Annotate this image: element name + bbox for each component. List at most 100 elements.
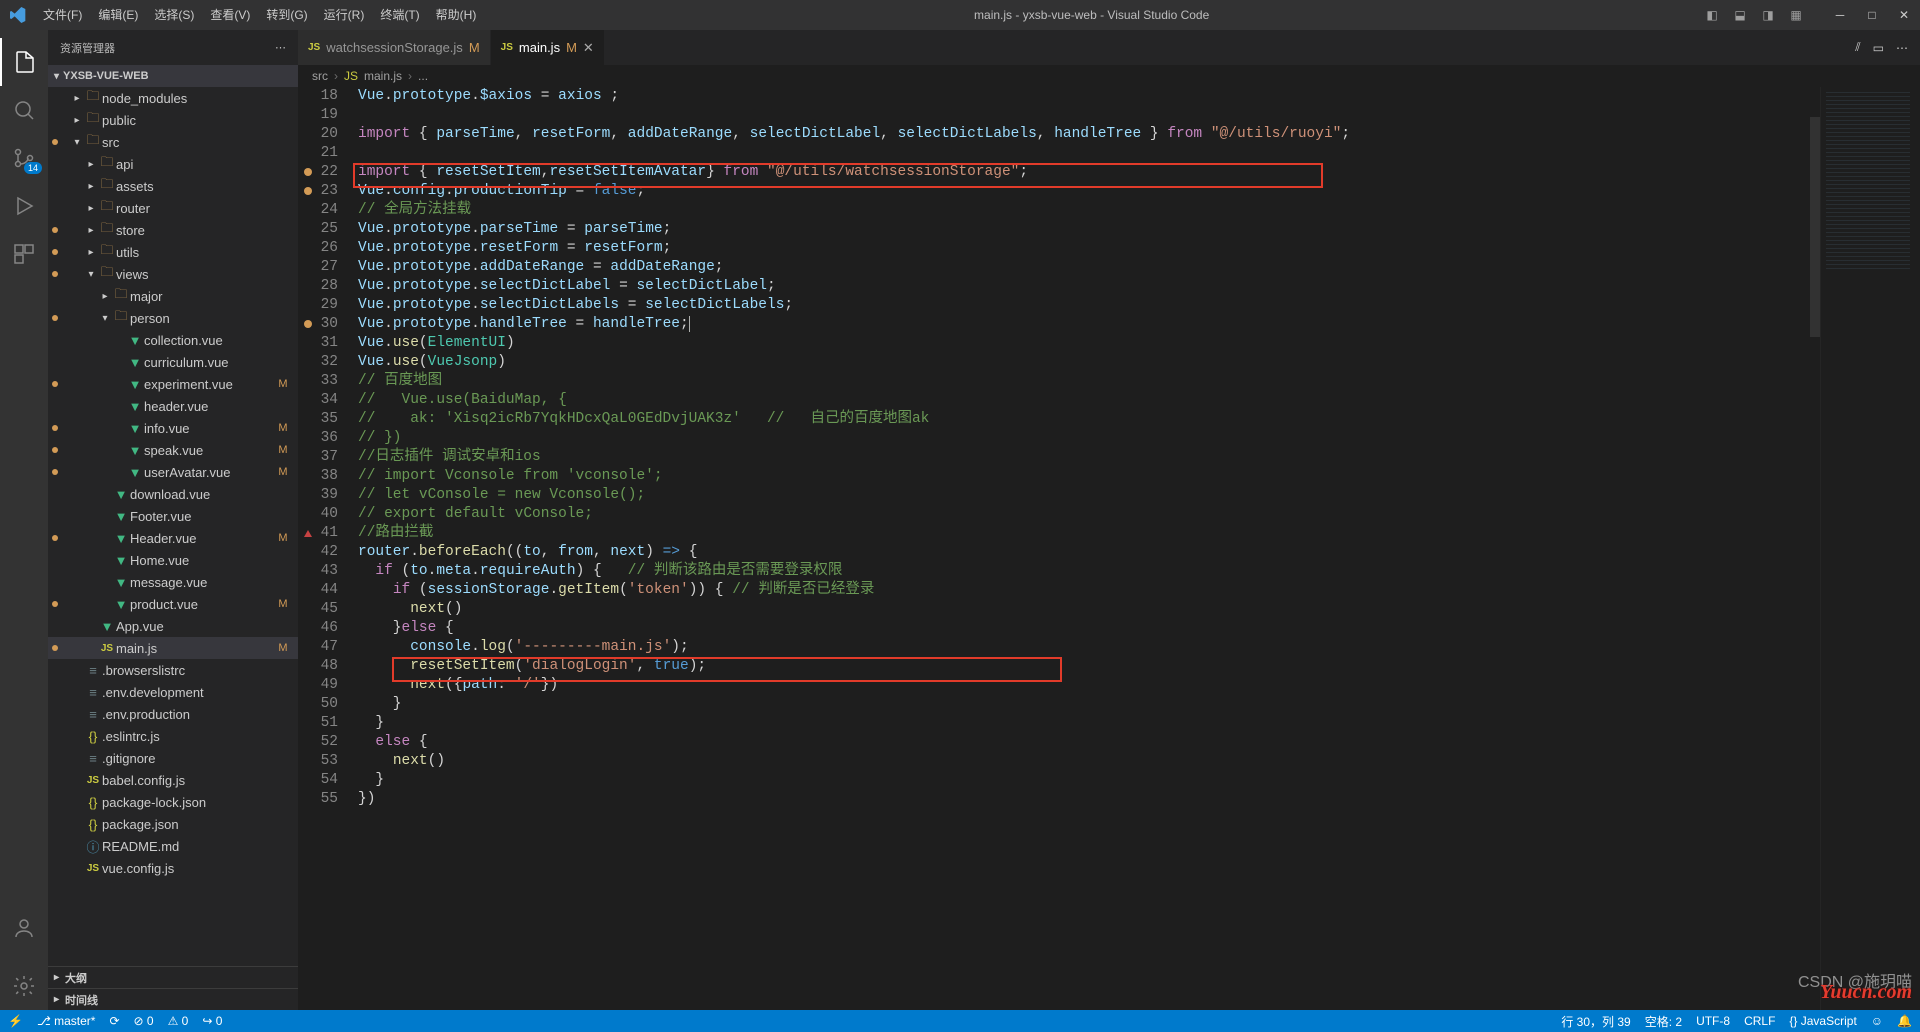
breadcrumb[interactable]: src › JS main.js › ... xyxy=(298,65,1920,87)
file-item[interactable]: ≡.gitignore xyxy=(48,747,298,769)
sidebar-root[interactable]: YXSB-VUE-WEB xyxy=(48,65,298,87)
folder-item[interactable]: ▸🗀major xyxy=(48,285,298,307)
file-item[interactable]: ▼experiment.vueM xyxy=(48,373,298,395)
file-item[interactable]: JSmain.jsM xyxy=(48,637,298,659)
ports-status[interactable]: ↪ 0 xyxy=(202,1014,222,1028)
editor-tab[interactable]: JSwatchsessionStorage.jsM xyxy=(298,30,491,65)
remote-icon[interactable]: ⚡ xyxy=(8,1014,23,1028)
menubar: 文件(F)编辑(E)选择(S)查看(V)转到(G)运行(R)终端(T)帮助(H) xyxy=(35,0,484,30)
outline-panel[interactable]: 大纲 xyxy=(48,966,298,988)
explorer-icon[interactable] xyxy=(0,38,48,86)
folder-item[interactable]: ▸🗀node_modules xyxy=(48,87,298,109)
file-item[interactable]: ≡.env.production xyxy=(48,703,298,725)
file-item[interactable]: ▼curriculum.vue xyxy=(48,351,298,373)
more-icon[interactable]: ⋯ xyxy=(1896,41,1908,55)
breadcrumb-item[interactable]: ... xyxy=(418,69,428,83)
encoding-status[interactable]: UTF-8 xyxy=(1696,1014,1730,1028)
close-icon[interactable]: ✕ xyxy=(583,40,594,56)
editor-tab[interactable]: JSmain.jsM✕ xyxy=(491,30,605,65)
menu-item[interactable]: 查看(V) xyxy=(202,0,258,30)
line-gutter: 1819202122232425262728293031323334353637… xyxy=(298,87,348,809)
breadcrumb-item[interactable]: main.js xyxy=(364,69,402,83)
file-item[interactable]: ⓘREADME.md xyxy=(48,835,298,857)
file-item[interactable]: JSvue.config.js xyxy=(48,857,298,879)
menu-item[interactable]: 选择(S) xyxy=(146,0,202,30)
file-item[interactable]: {}package.json xyxy=(48,813,298,835)
window-controls: ─ □ ✕ xyxy=(1809,0,1920,30)
minimap[interactable] xyxy=(1820,87,1920,1010)
menu-item[interactable]: 转到(G) xyxy=(258,0,315,30)
account-icon[interactable] xyxy=(0,904,48,952)
file-item[interactable]: ▼Footer.vue xyxy=(48,505,298,527)
language-status[interactable]: {} JavaScript xyxy=(1789,1014,1856,1028)
scrollbar-thumb[interactable] xyxy=(1810,117,1820,337)
scm-icon[interactable]: 14 xyxy=(0,134,48,182)
minimize-button[interactable]: ─ xyxy=(1824,0,1856,30)
sidebar-more-icon[interactable]: ⋯ xyxy=(275,41,286,54)
menu-item[interactable]: 帮助(H) xyxy=(428,0,485,30)
file-item[interactable]: {}.eslintrc.js xyxy=(48,725,298,747)
file-item[interactable]: ▼speak.vueM xyxy=(48,439,298,461)
chevron-right-icon: › xyxy=(334,69,338,83)
run-icon[interactable] xyxy=(0,182,48,230)
source-code[interactable]: Vue.prototype.$axios = axios ;import { p… xyxy=(358,87,1810,809)
file-item[interactable]: ▼info.vueM xyxy=(48,417,298,439)
cursor-position[interactable]: 行 30，列 39 xyxy=(1561,1013,1630,1030)
statusbar: ⚡ ⎇ master* ⟳ ⊘ 0 ⚠ 0 ↪ 0 行 30，列 39 空格: … xyxy=(0,1010,1920,1032)
menu-item[interactable]: 编辑(E) xyxy=(90,0,146,30)
file-item[interactable]: JSbabel.config.js xyxy=(48,769,298,791)
errors-status[interactable]: ⊘ 0 xyxy=(134,1014,154,1028)
file-item[interactable]: ▼userAvatar.vueM xyxy=(48,461,298,483)
folder-item[interactable]: ▸🗀router xyxy=(48,197,298,219)
panel-bottom-icon[interactable]: ⬓ xyxy=(1727,0,1753,30)
js-icon: JS xyxy=(344,69,358,83)
panel-left-icon[interactable]: ◧ xyxy=(1699,0,1725,30)
indentation-status[interactable]: 空格: 2 xyxy=(1645,1013,1682,1030)
file-item[interactable]: ≡.env.development xyxy=(48,681,298,703)
editor[interactable]: 1819202122232425262728293031323334353637… xyxy=(298,87,1920,1010)
timeline-panel[interactable]: 时间线 xyxy=(48,988,298,1010)
sync-icon[interactable]: ⟳ xyxy=(109,1014,119,1028)
folder-item[interactable]: ▸🗀api xyxy=(48,153,298,175)
sidebar: 资源管理器 ⋯ YXSB-VUE-WEB ▸🗀node_modules▸🗀pub… xyxy=(48,30,298,1010)
layout-icon[interactable]: ▦ xyxy=(1783,0,1809,30)
layout-controls: ◧ ⬓ ◨ ▦ xyxy=(1699,0,1809,30)
file-item[interactable]: ≡.browserslistrc xyxy=(48,659,298,681)
panel-right-icon[interactable]: ◨ xyxy=(1755,0,1781,30)
folder-item[interactable]: ▸🗀public xyxy=(48,109,298,131)
file-item[interactable]: ▼collection.vue xyxy=(48,329,298,351)
split-icon[interactable]: ▭ xyxy=(1873,41,1884,55)
feedback-icon[interactable]: ☺ xyxy=(1871,1014,1883,1028)
search-icon[interactable] xyxy=(0,86,48,134)
file-item[interactable]: ▼message.vue xyxy=(48,571,298,593)
folder-item[interactable]: ▾🗀person xyxy=(48,307,298,329)
menu-item[interactable]: 终端(T) xyxy=(372,0,427,30)
file-item[interactable]: ▼Home.vue xyxy=(48,549,298,571)
breadcrumb-item[interactable]: src xyxy=(312,69,328,83)
branch-status[interactable]: ⎇ master* xyxy=(37,1014,96,1028)
scrollbar[interactable] xyxy=(1810,87,1820,1010)
folder-item[interactable]: ▾🗀src xyxy=(48,131,298,153)
file-item[interactable]: ▼Header.vueM xyxy=(48,527,298,549)
maximize-button[interactable]: □ xyxy=(1856,0,1888,30)
file-item[interactable]: ▼header.vue xyxy=(48,395,298,417)
extensions-icon[interactable] xyxy=(0,230,48,278)
menu-item[interactable]: 文件(F) xyxy=(35,0,90,30)
chevron-right-icon: › xyxy=(408,69,412,83)
file-item[interactable]: {}package-lock.json xyxy=(48,791,298,813)
file-item[interactable]: ▼App.vue xyxy=(48,615,298,637)
warnings-status[interactable]: ⚠ 0 xyxy=(168,1014,189,1028)
close-button[interactable]: ✕ xyxy=(1888,0,1920,30)
menu-item[interactable]: 运行(R) xyxy=(316,0,373,30)
folder-item[interactable]: ▾🗀views xyxy=(48,263,298,285)
eol-status[interactable]: CRLF xyxy=(1744,1014,1775,1028)
gear-icon[interactable] xyxy=(0,962,48,1010)
compare-icon[interactable]: ⫽ xyxy=(1855,40,1860,55)
folder-item[interactable]: ▸🗀utils xyxy=(48,241,298,263)
watermark-yuucn: Yuucn.com xyxy=(1820,981,1912,1004)
file-item[interactable]: ▼download.vue xyxy=(48,483,298,505)
folder-item[interactable]: ▸🗀assets xyxy=(48,175,298,197)
bell-icon[interactable]: 🔔 xyxy=(1897,1014,1912,1028)
file-item[interactable]: ▼product.vueM xyxy=(48,593,298,615)
folder-item[interactable]: ▸🗀store xyxy=(48,219,298,241)
